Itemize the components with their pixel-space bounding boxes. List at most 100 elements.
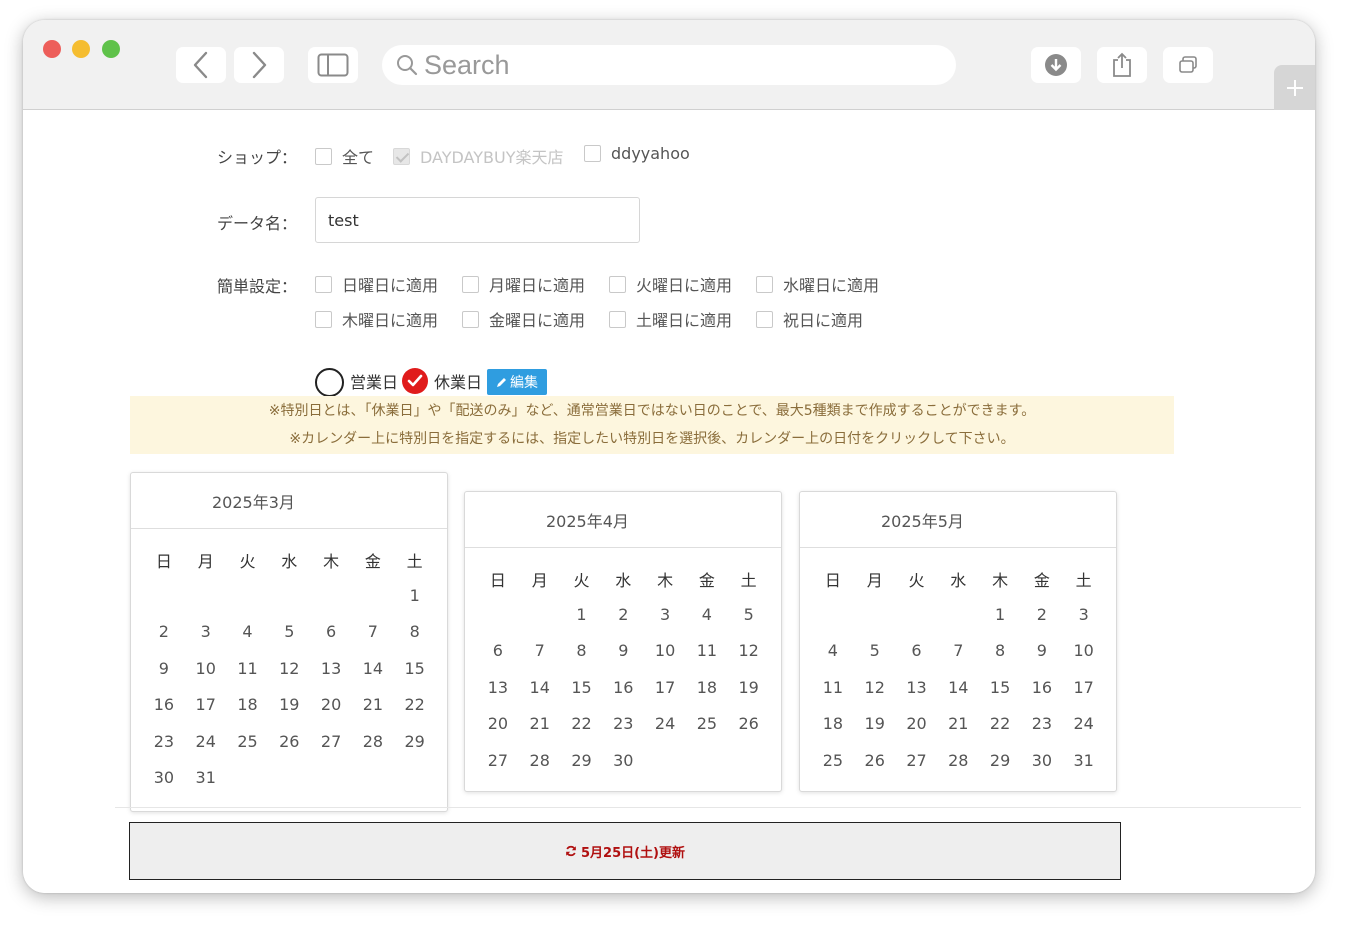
apply-saturday-option[interactable]: 土曜日に適用 <box>609 307 732 331</box>
calendar-day[interactable]: 1 <box>561 596 603 633</box>
download-button[interactable] <box>1031 47 1081 83</box>
apply-friday-option[interactable]: 金曜日に適用 <box>462 307 585 331</box>
calendar-day[interactable]: 2 <box>143 614 185 651</box>
close-window-button[interactable] <box>43 40 61 58</box>
calendar-day[interactable]: 21 <box>352 687 394 724</box>
calendar-day[interactable]: 31 <box>185 760 227 797</box>
calendar-day[interactable]: 4 <box>686 596 728 633</box>
calendar-day[interactable]: 25 <box>227 723 269 760</box>
calendar-day[interactable]: 31 <box>1063 742 1105 779</box>
calendar-day[interactable]: 24 <box>644 706 686 743</box>
sidebar-toggle-button[interactable] <box>308 47 358 83</box>
calendar-day[interactable]: 17 <box>185 687 227 724</box>
shop-all-checkbox[interactable] <box>315 147 332 165</box>
calendar-day[interactable]: 25 <box>812 742 854 779</box>
calendar-day[interactable]: 20 <box>477 706 519 743</box>
address-search-bar[interactable] <box>382 45 956 85</box>
calendar-day[interactable]: 22 <box>979 706 1021 743</box>
apply-saturday-checkbox[interactable] <box>609 310 626 328</box>
calendar-day[interactable]: 19 <box>268 687 310 724</box>
apply-friday-checkbox[interactable] <box>462 310 479 328</box>
calendar-day[interactable]: 8 <box>561 633 603 670</box>
calendar-day[interactable]: 6 <box>477 633 519 670</box>
calendar-day[interactable]: 2 <box>1021 596 1063 633</box>
calendar-day[interactable]: 9 <box>602 633 644 670</box>
calendar-day[interactable]: 22 <box>394 687 436 724</box>
data-name-input[interactable]: test <box>315 197 640 243</box>
apply-tuesday-checkbox[interactable] <box>609 275 626 293</box>
update-button[interactable]: 5月25日(土)更新 <box>129 822 1121 880</box>
edit-button[interactable]: 編集 <box>487 369 547 395</box>
calendar-day[interactable]: 16 <box>602 669 644 706</box>
calendar-day[interactable]: 14 <box>519 669 561 706</box>
calendar-day[interactable]: 27 <box>896 742 938 779</box>
calendar-day[interactable]: 7 <box>519 633 561 670</box>
calendar-day[interactable]: 18 <box>686 669 728 706</box>
apply-sunday-option[interactable]: 日曜日に適用 <box>315 272 438 296</box>
calendar-day[interactable]: 7 <box>352 614 394 651</box>
minimize-window-button[interactable] <box>72 40 90 58</box>
calendar-day[interactable]: 21 <box>937 706 979 743</box>
calendar-day[interactable]: 16 <box>143 687 185 724</box>
calendar-day[interactable]: 28 <box>352 723 394 760</box>
calendar-day[interactable]: 30 <box>602 742 644 779</box>
calendar-day[interactable]: 11 <box>227 650 269 687</box>
calendar-day[interactable]: 4 <box>227 614 269 651</box>
calendar-day[interactable]: 26 <box>854 742 896 779</box>
calendar-day[interactable]: 26 <box>268 723 310 760</box>
calendar-day[interactable]: 11 <box>686 633 728 670</box>
calendar-day[interactable]: 13 <box>896 669 938 706</box>
calendar-day[interactable]: 14 <box>352 650 394 687</box>
apply-sunday-checkbox[interactable] <box>315 275 332 293</box>
calendar-day[interactable]: 23 <box>143 723 185 760</box>
business-day-radio[interactable] <box>315 368 344 397</box>
calendar-day[interactable]: 15 <box>394 650 436 687</box>
calendar-day[interactable]: 5 <box>854 633 896 670</box>
calendar-day[interactable]: 18 <box>812 706 854 743</box>
calendar-day[interactable]: 4 <box>812 633 854 670</box>
calendar-day[interactable]: 1 <box>394 577 436 614</box>
share-button[interactable] <box>1097 47 1147 83</box>
calendar-day[interactable]: 13 <box>477 669 519 706</box>
calendar-day[interactable]: 19 <box>728 669 770 706</box>
calendar-day[interactable]: 3 <box>644 596 686 633</box>
calendar-day[interactable]: 18 <box>227 687 269 724</box>
apply-wednesday-option[interactable]: 水曜日に適用 <box>756 272 879 296</box>
calendar-day[interactable]: 6 <box>310 614 352 651</box>
calendar-day[interactable]: 6 <box>896 633 938 670</box>
calendar-day[interactable]: 29 <box>561 742 603 779</box>
apply-wednesday-checkbox[interactable] <box>756 275 773 293</box>
calendar-day[interactable]: 9 <box>1021 633 1063 670</box>
new-tab-button[interactable] <box>1274 65 1315 110</box>
apply-thursday-option[interactable]: 木曜日に適用 <box>315 307 438 331</box>
calendar-day[interactable]: 8 <box>394 614 436 651</box>
calendar-day[interactable]: 29 <box>394 723 436 760</box>
calendar-day[interactable]: 3 <box>185 614 227 651</box>
holiday-radio[interactable] <box>402 368 428 394</box>
shop-yahoo-checkbox[interactable] <box>584 145 601 162</box>
calendar-day[interactable]: 28 <box>937 742 979 779</box>
forward-button[interactable] <box>234 47 284 83</box>
apply-tuesday-option[interactable]: 火曜日に適用 <box>609 272 732 296</box>
calendar-day[interactable]: 8 <box>979 633 1021 670</box>
apply-monday-option[interactable]: 月曜日に適用 <box>462 272 585 296</box>
calendar-day[interactable]: 20 <box>310 687 352 724</box>
calendar-day[interactable]: 10 <box>644 633 686 670</box>
apply-holiday-option[interactable]: 祝日に適用 <box>756 307 863 331</box>
calendar-day[interactable]: 22 <box>561 706 603 743</box>
calendar-day[interactable]: 30 <box>1021 742 1063 779</box>
tabs-overview-button[interactable] <box>1163 47 1213 83</box>
calendar-day[interactable]: 16 <box>1021 669 1063 706</box>
calendar-day[interactable]: 27 <box>310 723 352 760</box>
apply-monday-checkbox[interactable] <box>462 275 479 293</box>
calendar-day[interactable]: 12 <box>728 633 770 670</box>
calendar-day[interactable]: 9 <box>143 650 185 687</box>
calendar-day[interactable]: 11 <box>812 669 854 706</box>
calendar-day[interactable]: 15 <box>979 669 1021 706</box>
calendar-day[interactable]: 24 <box>185 723 227 760</box>
calendar-day[interactable]: 17 <box>1063 669 1105 706</box>
calendar-day[interactable]: 27 <box>477 742 519 779</box>
calendar-day[interactable]: 14 <box>937 669 979 706</box>
calendar-day[interactable]: 12 <box>268 650 310 687</box>
calendar-day[interactable]: 13 <box>310 650 352 687</box>
